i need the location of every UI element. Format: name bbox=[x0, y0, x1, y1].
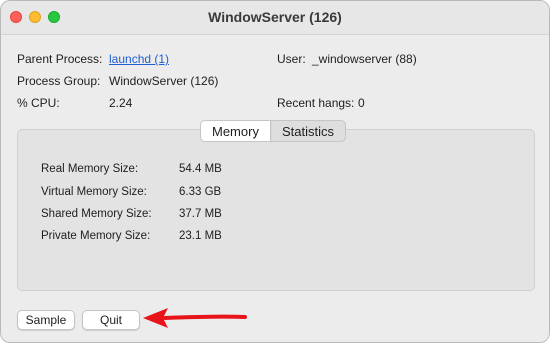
tab-statistics[interactable]: Statistics bbox=[271, 121, 345, 141]
parent-process-link[interactable]: launchd (1) bbox=[109, 52, 169, 66]
process-info-window: WindowServer (126) Parent Process: launc… bbox=[0, 0, 550, 343]
real-memory-label: Real Memory Size: bbox=[41, 163, 139, 175]
memory-panel: Real Memory Size: 54.4 MB Virtual Memory… bbox=[17, 129, 535, 291]
parent-process-label: Parent Process: bbox=[17, 52, 103, 66]
user-label: User: bbox=[277, 52, 306, 66]
real-memory-value: 54.4 MB bbox=[179, 163, 222, 175]
user-value: _windowserver (88) bbox=[312, 52, 417, 66]
shared-memory-label: Shared Memory Size: bbox=[41, 208, 152, 220]
virtual-memory-value: 6.33 GB bbox=[179, 186, 222, 198]
recent-hangs-value: 0 bbox=[358, 96, 365, 110]
recent-hangs-label: Recent hangs: bbox=[277, 96, 355, 110]
tab-memory[interactable]: Memory bbox=[201, 121, 271, 141]
window-content: Parent Process: launchd (1) Process Grou… bbox=[1, 35, 549, 342]
window-title: WindowServer (126) bbox=[208, 9, 342, 25]
process-group-label: Process Group: bbox=[17, 74, 101, 88]
process-group-value: WindowServer (126) bbox=[109, 74, 219, 88]
shared-memory-value: 37.7 MB bbox=[179, 208, 222, 220]
private-memory-value: 23.1 MB bbox=[179, 230, 222, 242]
cpu-value: 2.24 bbox=[109, 96, 133, 110]
quit-button[interactable]: Quit bbox=[82, 310, 140, 330]
title-bar[interactable]: WindowServer (126) bbox=[1, 1, 549, 35]
cpu-label: % CPU: bbox=[17, 96, 60, 110]
red-arrow-icon bbox=[143, 308, 247, 328]
private-memory-label: Private Memory Size: bbox=[41, 230, 151, 242]
sample-button[interactable]: Sample bbox=[17, 310, 75, 330]
virtual-memory-label: Virtual Memory Size: bbox=[41, 186, 147, 198]
panel-tab-control: Memory Statistics bbox=[200, 120, 346, 142]
